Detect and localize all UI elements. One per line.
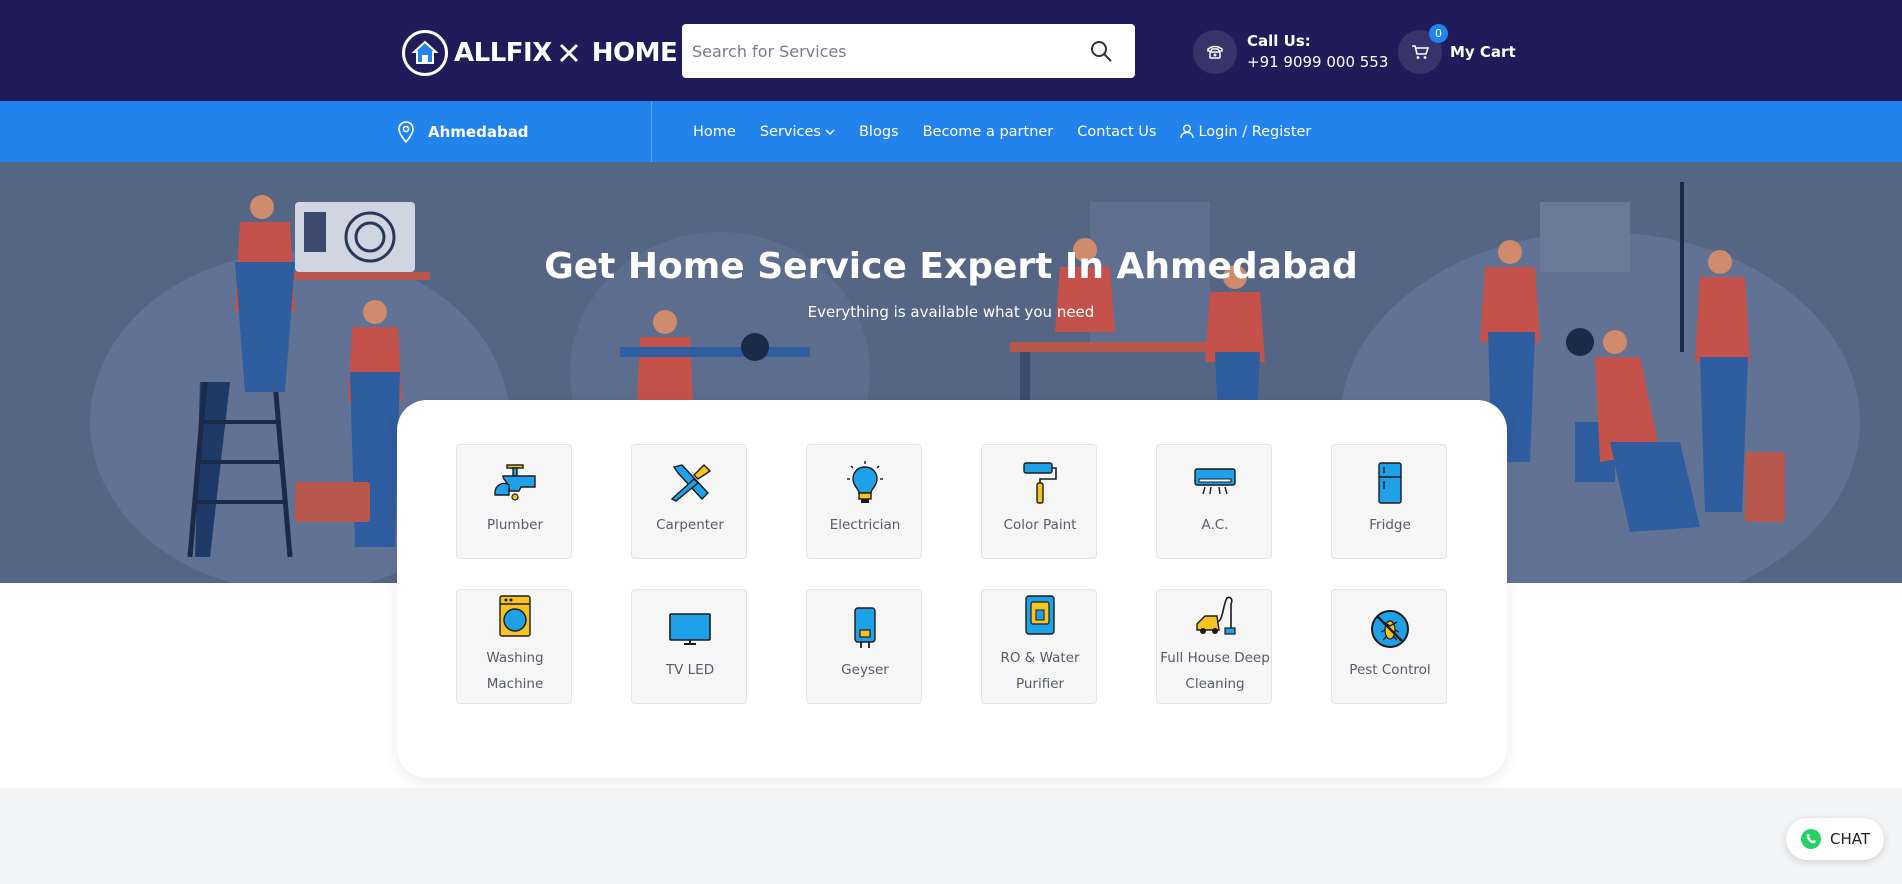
paint-roller-icon <box>982 461 1098 505</box>
cart-button[interactable]: 0 My Cart <box>1398 24 1516 74</box>
service-label-line2: Machine <box>486 676 544 692</box>
service-tile-washing-machine[interactable]: Washing Machine <box>456 589 572 704</box>
tv-icon <box>632 612 748 646</box>
search-input[interactable] <box>692 24 1082 78</box>
call-us[interactable]: Call Us: +91 9099 000 553 <box>1193 30 1388 74</box>
nav-contact-us[interactable]: Contact Us <box>1077 124 1156 140</box>
hero-subtitle: Everything is available what you need <box>807 303 1095 321</box>
service-label: Pest Control <box>1349 662 1431 678</box>
call-number[interactable]: +91 9099 000 553 <box>1247 52 1388 73</box>
login-register-label: Login / Register <box>1198 123 1312 140</box>
nav-home[interactable]: Home <box>693 124 736 140</box>
logo[interactable]: ALLFIX HOME <box>402 30 678 76</box>
geyser-icon <box>807 606 923 650</box>
search-bar <box>682 24 1135 78</box>
service-label: TV LED <box>665 662 715 678</box>
service-tile-ac[interactable]: A.C. <box>1156 444 1272 559</box>
logo-text-allfix: ALLFIX <box>454 38 552 68</box>
tools-logo-icon <box>559 43 578 63</box>
vacuum-icon <box>1157 594 1273 638</box>
tools-icon <box>632 461 748 503</box>
nav-services[interactable]: Services <box>760 124 835 140</box>
main-navbar: Ahmedabad Home Services Blogs Become a p… <box>0 101 1902 162</box>
nav-blogs[interactable]: Blogs <box>859 124 899 140</box>
service-label: Geyser <box>841 662 889 678</box>
house-logo-icon <box>402 30 448 76</box>
nav-become-partner[interactable]: Become a partner <box>923 124 1054 140</box>
service-label: A.C. <box>1201 517 1229 533</box>
cart-count-badge: 0 <box>1429 24 1448 43</box>
service-label-line1: Washing <box>486 650 544 666</box>
bulb-icon <box>807 461 923 505</box>
nav-login-register[interactable]: Login / Register <box>1180 124 1311 140</box>
cart-icon: 0 <box>1398 24 1448 74</box>
cart-label: My Cart <box>1450 43 1516 61</box>
service-tile-plumber[interactable]: Plumber <box>456 444 572 559</box>
washing-machine-icon <box>457 594 573 638</box>
hero-title: Get Home Service Expert In Ahmedabad <box>544 246 1358 287</box>
service-label-line2: Cleaning <box>1185 676 1245 692</box>
chat-button[interactable]: CHAT <box>1786 818 1884 860</box>
service-label: Carpenter <box>656 517 724 533</box>
ac-icon <box>1157 467 1273 497</box>
location-pin-icon <box>398 120 414 143</box>
services-grid: Plumber Carpenter Electrician Color Pain… <box>397 400 1507 778</box>
service-tile-deep-cleaning[interactable]: Full House Deep Cleaning <box>1156 589 1272 704</box>
nav-services-label: Services <box>759 123 821 140</box>
fridge-icon <box>1332 461 1448 505</box>
water-purifier-icon <box>982 594 1098 638</box>
nav-menu: Home Services Blogs Become a partner Con… <box>693 101 1311 162</box>
service-tile-fridge[interactable]: Fridge <box>1331 444 1447 559</box>
service-tile-electrician[interactable]: Electrician <box>806 444 922 559</box>
service-label-line1: Full House Deep <box>1160 650 1270 666</box>
user-icon <box>1180 124 1195 139</box>
service-label-line1: RO & Water <box>1000 650 1080 666</box>
location-label: Ahmedabad <box>428 122 529 141</box>
service-tile-pest-control[interactable]: Pest Control <box>1331 589 1447 704</box>
service-label: Electrician <box>829 517 901 533</box>
chat-label: CHAT <box>1829 830 1870 848</box>
pest-icon <box>1332 608 1448 650</box>
whatsapp-icon <box>1800 829 1821 849</box>
service-tile-ro-water-purifier[interactable]: RO & Water Purifier <box>981 589 1097 704</box>
search-icon[interactable] <box>1089 39 1115 65</box>
service-tile-carpenter[interactable]: Carpenter <box>631 444 747 559</box>
chevron-down-icon <box>825 129 835 135</box>
location-selector[interactable]: Ahmedabad <box>398 101 652 162</box>
service-tile-tv-led[interactable]: TV LED <box>631 589 747 704</box>
call-label: Call Us: <box>1247 32 1311 50</box>
top-header: ALLFIX HOME Call Us: +91 9099 000 553 <box>0 0 1902 101</box>
service-label-line2: Purifier <box>1015 676 1065 692</box>
service-tile-color-paint[interactable]: Color Paint <box>981 444 1097 559</box>
service-label: Color Paint <box>1003 517 1077 533</box>
service-tile-geyser[interactable]: Geyser <box>806 589 922 704</box>
tap-icon <box>457 461 573 503</box>
service-label: Fridge <box>1369 517 1411 533</box>
phone-icon <box>1193 30 1237 74</box>
service-label: Plumber <box>486 517 544 533</box>
logo-text-home: HOME <box>591 38 678 68</box>
